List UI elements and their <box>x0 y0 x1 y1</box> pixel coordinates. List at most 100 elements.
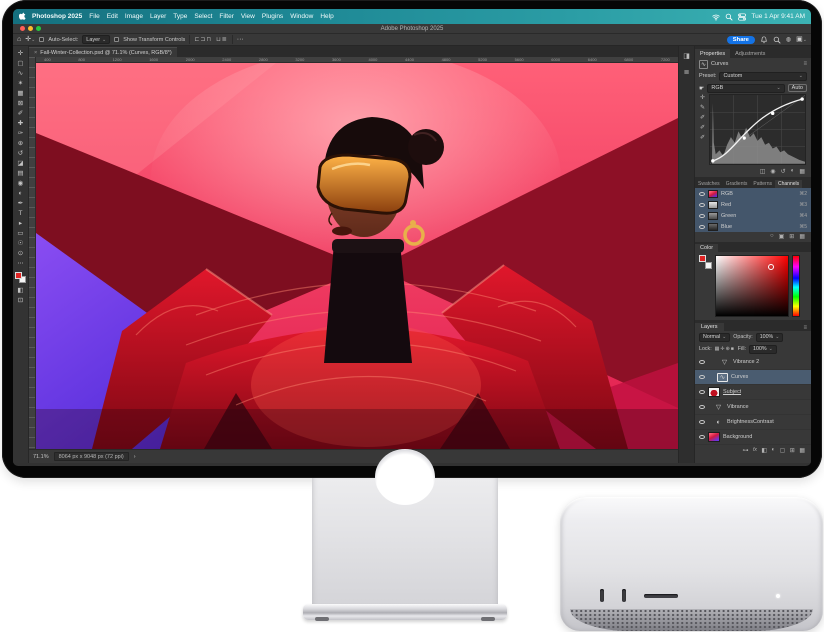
background-color[interactable] <box>705 262 712 269</box>
visibility-eye-icon[interactable] <box>699 390 705 394</box>
tab-adjustments[interactable]: Adjustments <box>730 49 770 58</box>
delete-adjustment-icon[interactable]: ▦ <box>799 168 805 175</box>
menu-item-help[interactable]: Help <box>320 13 333 20</box>
frame-tool-icon[interactable]: ⊠ <box>15 99 27 109</box>
tab-gradients[interactable]: Gradients <box>723 180 751 188</box>
menu-bar-clock[interactable]: Tue 1 Apr 9:41 AM <box>751 13 805 20</box>
view-previous-state-icon[interactable]: ◉ <box>770 168 775 175</box>
hand-tool-icon[interactable]: ☉ <box>15 239 27 249</box>
blur-tool-icon[interactable]: ◉ <box>15 179 27 189</box>
history-panel-icon[interactable]: ◨ <box>683 52 690 60</box>
wifi-icon[interactable] <box>712 13 720 21</box>
saturation-square[interactable] <box>715 255 789 317</box>
eraser-tool-icon[interactable]: ◪ <box>15 159 27 169</box>
document-canvas[interactable] <box>36 63 678 449</box>
object-selection-tool-icon[interactable]: ✶ <box>15 79 27 89</box>
shape-tool-icon[interactable]: ▭ <box>15 229 27 239</box>
search-icon[interactable] <box>773 36 781 44</box>
notifications-bell-icon[interactable] <box>760 36 768 44</box>
channel-row-blue[interactable]: Blue⌘5 <box>695 221 811 232</box>
align-left-icon[interactable]: ⊏⊐⊓ <box>194 36 212 43</box>
layer-row-brightnesscontrast[interactable]: ◐BrightnessContrast <box>695 415 811 430</box>
new-channel-icon[interactable]: ⊞ <box>789 233 794 240</box>
new-group-icon[interactable]: ▢ <box>780 447 786 454</box>
path-selection-tool-icon[interactable]: ▸ <box>15 219 27 229</box>
menu-item-view[interactable]: View <box>241 13 255 20</box>
visibility-eye-icon[interactable] <box>699 420 705 424</box>
tab-patterns[interactable]: Patterns <box>750 180 775 188</box>
lasso-tool-icon[interactable]: ∿ <box>15 69 27 79</box>
delete-layer-icon[interactable]: ▦ <box>799 447 805 454</box>
toggle-visibility-icon[interactable]: ◐ <box>791 168 795 175</box>
color-panel-tab[interactable]: Color <box>695 244 718 252</box>
layer-row-background[interactable]: Background <box>695 430 811 445</box>
preset-dropdown[interactable]: Custom⌄ <box>719 72 807 81</box>
spotlight-search-icon[interactable] <box>725 13 733 21</box>
add-mask-icon[interactable]: ◧ <box>761 447 767 454</box>
libraries-panel-icon[interactable]: ≣ <box>684 68 690 76</box>
discover-help-icon[interactable]: ◍ <box>786 37 791 43</box>
menu-item-edit[interactable]: Edit <box>107 13 118 20</box>
visibility-eye-icon[interactable] <box>699 360 705 364</box>
eyedropper-tool-icon[interactable]: ✐ <box>15 109 27 119</box>
menu-item-select[interactable]: Select <box>194 13 212 20</box>
menu-item-photoshop-2025[interactable]: Photoshop 2025 <box>32 13 82 20</box>
link-layers-icon[interactable]: ⊶ <box>742 447 748 454</box>
auto-button[interactable]: Auto <box>788 84 807 92</box>
tab-swatches[interactable]: Swatches <box>695 180 723 188</box>
gradient-tool-icon[interactable]: ▤ <box>15 169 27 179</box>
workspace-switcher-icon[interactable]: ▣⌄ <box>796 36 807 43</box>
new-adjustment-icon[interactable]: ◐ <box>772 447 776 454</box>
clone-stamp-tool-icon[interactable]: ⊕ <box>15 139 27 149</box>
layers-menu-icon[interactable]: ≡ <box>803 325 807 331</box>
control-center-icon[interactable] <box>738 13 746 21</box>
gray-point-eyedropper-icon[interactable]: ✐ <box>700 124 705 131</box>
history-brush-tool-icon[interactable]: ↺ <box>15 149 27 159</box>
brush-tool-icon[interactable]: ✑ <box>15 129 27 139</box>
menu-item-file[interactable]: File <box>89 13 99 20</box>
quick-mask-icon[interactable]: ◧ <box>15 286 27 296</box>
blend-mode-dropdown[interactable]: Normal⌄ <box>699 333 730 342</box>
channel-row-green[interactable]: Green⌘4 <box>695 210 811 221</box>
menu-item-type[interactable]: Type <box>173 13 187 20</box>
tab-properties[interactable]: Properties <box>695 49 730 58</box>
marquee-tool-icon[interactable]: ▢ <box>15 59 27 69</box>
move-tool-option-icon[interactable]: ✛⌄ <box>25 36 35 43</box>
vertical-ruler[interactable] <box>29 57 36 449</box>
targeted-adjustment-icon[interactable]: ☛ <box>699 85 704 92</box>
home-icon[interactable]: ⌂ <box>17 36 21 43</box>
show-transform-checkbox[interactable] <box>114 37 119 42</box>
draw-curve-icon[interactable]: ✎ <box>700 104 705 111</box>
tab-channels[interactable]: Channels <box>775 180 802 188</box>
document-tab[interactable]: × Fall-Winter-Collection.psd @ 71.1% (Cu… <box>29 47 177 57</box>
zoom-level[interactable]: 71.1% <box>33 454 49 460</box>
menu-item-window[interactable]: Window <box>290 13 313 20</box>
white-point-eyedropper-icon[interactable]: ✐ <box>700 134 705 141</box>
edit-points-icon[interactable]: ✛ <box>700 94 705 101</box>
screen-mode-icon[interactable]: ⊡ <box>15 296 27 306</box>
layer-row-vibrance[interactable]: ▽Vibrance <box>695 400 811 415</box>
visibility-eye-icon[interactable] <box>699 192 705 196</box>
save-selection-icon[interactable]: ▣ <box>779 233 785 240</box>
status-chevron-icon[interactable]: › <box>134 454 136 460</box>
visibility-eye-icon[interactable] <box>699 435 705 439</box>
color-picker-swatches[interactable] <box>699 255 712 269</box>
visibility-eye-icon[interactable] <box>699 375 705 379</box>
fill-dropdown[interactable]: 100%⌄ <box>749 345 777 354</box>
apple-menu-icon[interactable] <box>19 12 26 22</box>
share-button[interactable]: Share <box>727 36 755 44</box>
healing-brush-tool-icon[interactable]: ✚ <box>15 119 27 129</box>
auto-select-checkbox[interactable] <box>39 37 44 42</box>
menu-item-filter[interactable]: Filter <box>219 13 233 20</box>
layer-effects-icon[interactable]: fx <box>753 447 757 454</box>
channel-row-red[interactable]: Red⌘3 <box>695 199 811 210</box>
foreground-color-swatch[interactable] <box>15 272 22 279</box>
reset-adjustment-icon[interactable]: ↺ <box>781 168 786 175</box>
layer-row-subject[interactable]: Subject <box>695 385 811 400</box>
more-options-icon[interactable]: ··· <box>237 36 244 43</box>
dodge-tool-icon[interactable]: ◐ <box>15 189 27 199</box>
visibility-eye-icon[interactable] <box>699 405 705 409</box>
foreground-color[interactable] <box>699 255 706 262</box>
visibility-eye-icon[interactable] <box>699 214 705 218</box>
layer-row-curves[interactable]: ∿Curves <box>695 370 811 385</box>
